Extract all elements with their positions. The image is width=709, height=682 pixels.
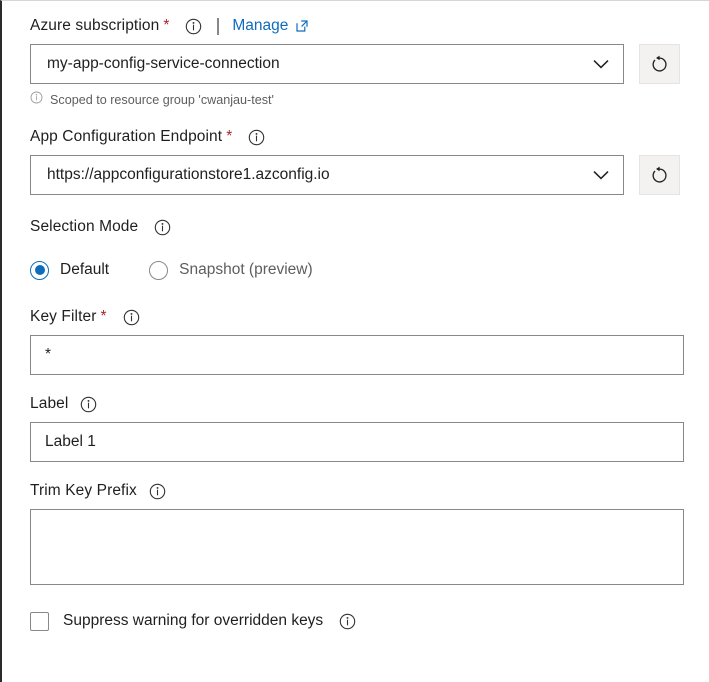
azure-subscription-field: Azure subscription * Manage [30,11,685,109]
azure-subscription-hint-row: Scoped to resource group 'cwanjau-test' [30,91,685,109]
suppress-warning-checkbox[interactable] [30,612,49,631]
key-filter-label: Key Filter [30,308,96,326]
key-filter-input[interactable] [30,335,684,375]
trim-key-prefix-label-row: Trim Key Prefix [30,476,685,506]
trim-key-prefix-label: Trim Key Prefix [30,482,137,500]
refresh-endpoint-button[interactable] [639,155,680,195]
app-configuration-endpoint-field: App Configuration Endpoint * https://app… [30,122,685,195]
endpoint-label-row: App Configuration Endpoint * [30,122,685,152]
required-asterisk: * [100,309,106,325]
selection-mode-field: Selection Mode Default Snapshot (prev [30,212,685,285]
azure-subscription-hint: Scoped to resource group 'cwanjau-test' [50,93,274,107]
info-icon[interactable] [154,219,171,236]
info-icon[interactable] [123,309,140,326]
label-input[interactable] [30,422,684,462]
info-icon[interactable] [149,483,166,500]
suppress-warning-row[interactable]: Suppress warning for overridden keys [30,607,685,635]
selection-mode-radio-group: Default Snapshot (preview) [30,255,685,285]
trim-key-prefix-field: Trim Key Prefix [30,476,685,585]
azure-subscription-label-row: Azure subscription * Manage [30,11,685,41]
endpoint-label: App Configuration Endpoint [30,128,222,146]
azure-subscription-label: Azure subscription [30,17,159,35]
azure-subscription-control-row: my-app-config-service-connection [30,44,685,84]
azure-subscription-value: my-app-config-service-connection [31,55,320,73]
radio-label-default: Default [60,261,109,279]
required-asterisk: * [226,129,232,145]
external-link-icon[interactable] [295,19,309,33]
endpoint-control-row: https://appconfigurationstore1.azconfig.… [30,155,685,195]
radio-snapshot-preview[interactable]: Snapshot (preview) [149,261,313,280]
info-icon[interactable] [248,129,265,146]
key-filter-field: Key Filter * [30,302,685,375]
refresh-subscription-button[interactable] [639,44,680,84]
chevron-down-icon [593,59,609,69]
info-icon[interactable] [185,18,202,35]
label-label-row: Label [30,389,685,419]
suppress-warning-label: Suppress warning for overridden keys [63,612,323,630]
label-field: Label [30,389,685,462]
required-asterisk: * [163,18,169,34]
radio-mark-default [30,261,49,280]
trim-key-prefix-textarea[interactable] [30,509,684,585]
azure-subscription-dropdown[interactable]: my-app-config-service-connection [30,44,624,84]
radio-default[interactable]: Default [30,261,109,280]
info-icon[interactable] [339,613,356,630]
info-icon[interactable] [80,396,97,413]
radio-mark-snapshot [149,261,168,280]
selection-mode-label: Selection Mode [30,218,138,236]
manage-link[interactable]: Manage [232,17,288,35]
info-small-icon [30,91,43,109]
task-configuration-panel: Azure subscription * Manage [0,0,709,682]
divider [217,18,219,35]
selection-mode-label-row: Selection Mode [30,212,685,242]
label-label: Label [30,395,68,413]
radio-label-snapshot: Snapshot (preview) [179,261,313,279]
key-filter-label-row: Key Filter * [30,302,685,332]
chevron-down-icon [593,170,609,180]
app-configuration-endpoint-dropdown[interactable]: https://appconfigurationstore1.azconfig.… [30,155,624,195]
endpoint-value: https://appconfigurationstore1.azconfig.… [31,166,370,184]
